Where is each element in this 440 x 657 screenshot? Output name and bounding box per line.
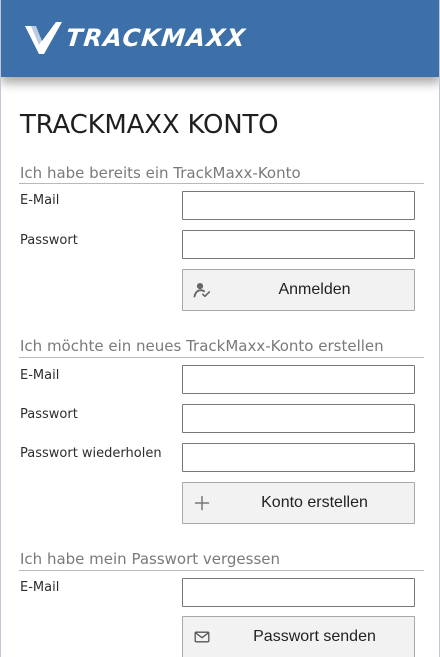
mail-icon — [193, 628, 211, 646]
register-repeat-password-input[interactable] — [182, 443, 415, 472]
login-button[interactable]: Anmelden — [182, 269, 415, 311]
register-section-title: Ich möchte ein neues TrackMaxx-Konto ers… — [20, 337, 384, 355]
login-email-input[interactable] — [182, 191, 415, 220]
brand-logo: TRACKMAXX — [23, 18, 248, 58]
user-check-icon — [193, 281, 211, 299]
register-repeat-password-label: Passwort wiederholen — [20, 446, 162, 461]
login-button-label: Anmelden — [278, 281, 351, 298]
login-section-divider — [19, 183, 424, 184]
login-password-input[interactable] — [182, 230, 415, 259]
app-header: TRACKMAXX — [1, 0, 439, 77]
send-password-button[interactable]: Passwort senden — [182, 616, 415, 657]
send-password-button-label: Passwort senden — [253, 628, 376, 645]
app-window: TRACKMAXX TRACKMAXX KONTO Ich habe berei… — [0, 0, 440, 657]
create-account-button[interactable]: Konto erstellen — [182, 482, 415, 524]
forgot-email-label: E-Mail — [20, 580, 60, 595]
forgot-section-title: Ich habe mein Passwort vergessen — [20, 550, 281, 568]
forgot-email-input[interactable] — [182, 578, 415, 607]
login-section-title: Ich habe bereits ein TrackMaxx-Konto — [20, 164, 301, 182]
forgot-section-divider — [19, 570, 424, 571]
trackmaxx-logo-icon — [25, 22, 62, 54]
create-account-button-label: Konto erstellen — [261, 494, 368, 511]
register-email-label: E-Mail — [20, 368, 60, 383]
register-email-input[interactable] — [182, 365, 415, 394]
register-password-label: Passwort — [20, 407, 78, 422]
page-title: TRACKMAXX KONTO — [20, 110, 279, 140]
login-email-label: E-Mail — [20, 193, 60, 208]
login-password-label: Passwort — [20, 233, 78, 248]
register-section-divider — [19, 357, 424, 358]
plus-icon — [193, 494, 211, 512]
register-password-input[interactable] — [182, 404, 415, 433]
brand-name: TRACKMAXX — [64, 24, 248, 52]
